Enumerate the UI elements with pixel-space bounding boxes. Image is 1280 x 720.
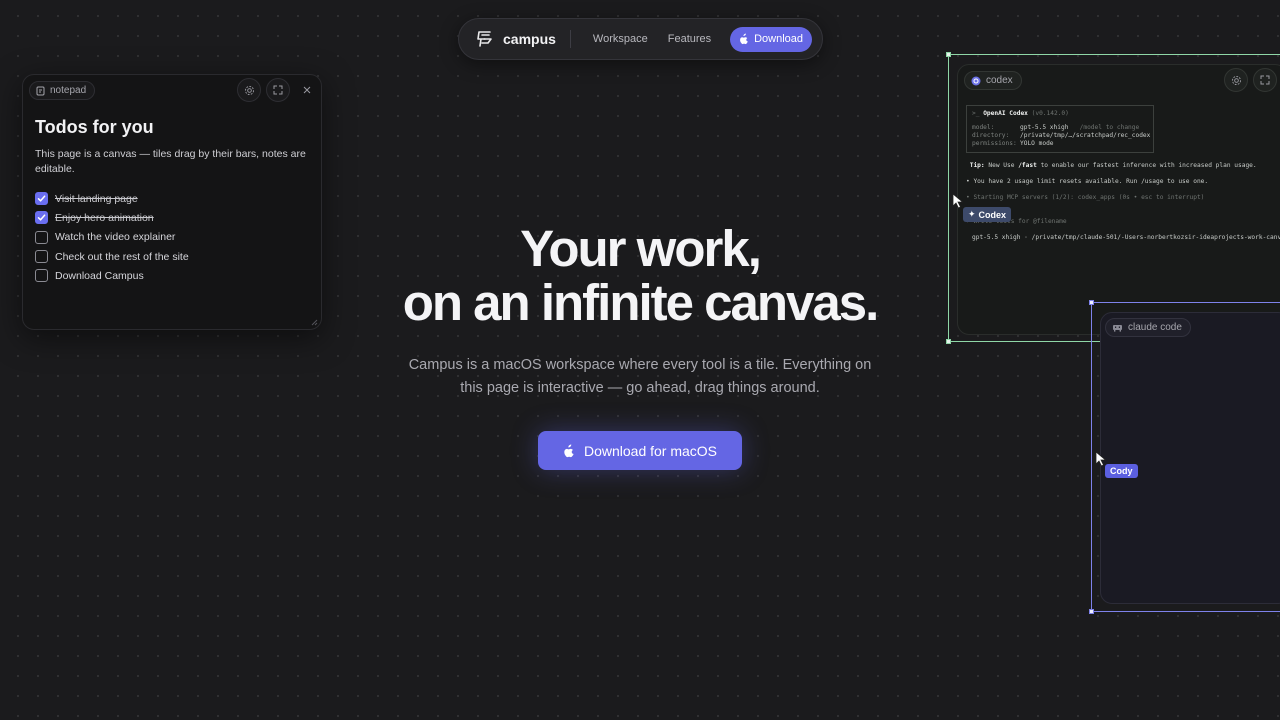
notepad-tile[interactable]: notepad Todos for you This page is a can… <box>22 74 322 330</box>
claude-cursor-label: Cody <box>1110 466 1133 476</box>
apple-icon <box>564 444 574 457</box>
selection-handle[interactable] <box>946 52 951 57</box>
check-icon <box>37 195 46 202</box>
settings-icon <box>1231 75 1241 85</box>
notepad-title[interactable]: Todos for you <box>35 117 154 138</box>
claude-cursor-tag: Cody <box>1105 464 1138 478</box>
claude-chip[interactable]: claude code <box>1105 318 1191 337</box>
selection-handle[interactable] <box>1089 300 1094 305</box>
nav-download-label: Download <box>754 33 803 45</box>
codex-header-name: OpenAI Codex <box>983 110 1028 117</box>
download-macos-button[interactable]: Download for macOS <box>538 431 742 470</box>
nav-divider <box>569 30 571 48</box>
todo-label: Enjoy hero animation <box>55 211 154 224</box>
todo-item[interactable]: Watch the video explainer <box>35 228 189 247</box>
codex-tile[interactable]: codex >_ OpenAI Codex (v0.142.0) model: g… <box>957 64 1280 335</box>
codex-expand-button[interactable] <box>1253 68 1277 92</box>
claude-chip-label: claude code <box>1128 322 1182 333</box>
todo-item[interactable]: Visit landing page <box>35 189 189 208</box>
openai-icon <box>971 76 981 85</box>
todo-checkbox[interactable] <box>35 250 48 264</box>
todo-item[interactable]: Download Campus <box>35 266 189 285</box>
notepad-expand-button[interactable] <box>266 78 290 102</box>
codex-directory-row: directory:/private/tmp/…/scratchpad/rec_… <box>972 132 1151 139</box>
codex-status-line: gpt-5.5 xhigh · /private/tmp/claude-501/… <box>972 234 1280 241</box>
codex-terminal[interactable]: >_ OpenAI Codex (v0.142.0) model: gpt-5.5… <box>966 105 1280 242</box>
todo-label: Download Campus <box>55 269 144 282</box>
codex-resets-line: • You have 2 usage limit resets availabl… <box>966 178 1209 185</box>
codex-model-row: model: gpt-5.5 xhigh /model to change <box>972 124 1140 131</box>
brand[interactable]: campus <box>475 29 556 49</box>
todo-checkbox[interactable] <box>35 230 48 244</box>
selection-handle[interactable] <box>946 339 951 344</box>
codex-cursor-tag: ✦ Codex <box>963 207 1012 222</box>
close-icon <box>303 86 311 94</box>
cursor-arrow-icon <box>952 193 964 209</box>
notepad-description[interactable]: This page is a canvas — tiles drag by th… <box>35 147 313 177</box>
claude-robot-icon <box>1113 325 1122 332</box>
todo-checkbox[interactable] <box>35 211 48 225</box>
terminal-prompt: >_ <box>972 110 980 117</box>
todo-list: Visit landing page Enjoy hero animation … <box>35 189 189 285</box>
claude-code-tile[interactable]: claude code <box>1100 312 1280 604</box>
todo-checkbox[interactable] <box>35 269 48 283</box>
codex-header-version: (v0.142.0) <box>1031 110 1069 117</box>
top-nav: campus Workspace Features Download <box>458 18 823 60</box>
todo-label: Watch the video explainer <box>55 231 176 244</box>
codex-chip-label: codex <box>986 75 1013 86</box>
codex-chip[interactable]: codex <box>964 71 1022 90</box>
notepad-settings-button[interactable] <box>237 78 261 102</box>
todo-label: Check out the rest of the site <box>55 250 189 263</box>
expand-icon <box>1260 75 1270 85</box>
codex-permissions-row: permissions: YOLO mode <box>972 140 1054 147</box>
nav-download-button[interactable]: Download <box>730 26 812 52</box>
codex-input-prompt[interactable]: › Write tests for @filename <box>966 218 1280 226</box>
notepad-chip-label: notepad <box>50 85 87 96</box>
todo-item[interactable]: Enjoy hero animation <box>35 208 189 227</box>
campus-logo-icon <box>477 31 492 47</box>
hero-title-line-2: on an infinite canvas. <box>402 274 880 331</box>
codex-tip-line: Tip: New Use /fast to enable our fastest… <box>969 162 1257 169</box>
nav-link-features[interactable]: Features <box>658 33 721 45</box>
settings-icon <box>244 85 254 95</box>
todo-item[interactable]: Check out the rest of the site <box>35 247 189 266</box>
check-icon <box>37 214 46 221</box>
todo-checkbox[interactable] <box>35 192 48 206</box>
notepad-close-button[interactable] <box>295 78 319 102</box>
todo-label: Visit landing page <box>55 192 138 205</box>
hero-subtitle: Campus is a macOS workspace where every … <box>408 357 872 396</box>
sparkle-icon: ✦ <box>968 209 976 219</box>
apple-icon <box>740 33 748 45</box>
codex-cursor-label: Codex <box>978 209 1007 220</box>
brand-name: campus <box>503 31 556 47</box>
nav-link-workspace[interactable]: Workspace <box>583 33 658 45</box>
download-macos-label: Download for macOS <box>583 442 718 459</box>
hero-title: Your work, on an infinite canvas. <box>340 222 940 330</box>
codex-mcp-line: • Starting MCP servers (1/2): codex_apps… <box>966 194 1205 201</box>
codex-settings-button[interactable] <box>1224 68 1248 92</box>
notepad-icon <box>36 86 45 95</box>
codex-header-box: >_ OpenAI Codex (v0.142.0) model: gpt-5.5… <box>966 105 1154 153</box>
expand-icon <box>273 85 283 95</box>
resize-grip-icon[interactable] <box>310 318 318 326</box>
notepad-chip[interactable]: notepad <box>29 81 96 100</box>
selection-handle[interactable] <box>1089 609 1094 614</box>
hero-title-line-1: Your work, <box>520 220 762 277</box>
